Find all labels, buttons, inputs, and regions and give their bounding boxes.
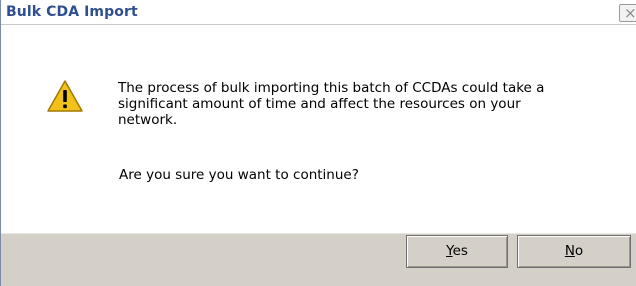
message-line: significant amount of time and affect th…	[118, 96, 521, 112]
no-accelerator: N	[564, 243, 575, 259]
message-line: The process of bulk importing this batch…	[118, 80, 545, 96]
message-text: The process of bulk importing this batch…	[118, 80, 623, 128]
title-bar[interactable]: Bulk CDA Import ×	[1, 0, 636, 25]
dialog-window: Bulk CDA Import × The process of bulk im…	[0, 0, 636, 286]
confirmation-question: Are you sure you want to continue?	[119, 167, 359, 183]
yes-label: es	[452, 243, 468, 259]
dialog-content	[1, 25, 636, 233]
no-label: o	[574, 243, 584, 259]
window-title: Bulk CDA Import	[6, 4, 138, 20]
message-line: network.	[118, 112, 178, 128]
yes-button[interactable]: Yes	[406, 235, 508, 268]
close-button[interactable]: ×	[619, 4, 636, 22]
close-icon: ×	[624, 4, 636, 22]
warning-icon	[47, 80, 83, 112]
no-button[interactable]: No	[517, 235, 631, 268]
